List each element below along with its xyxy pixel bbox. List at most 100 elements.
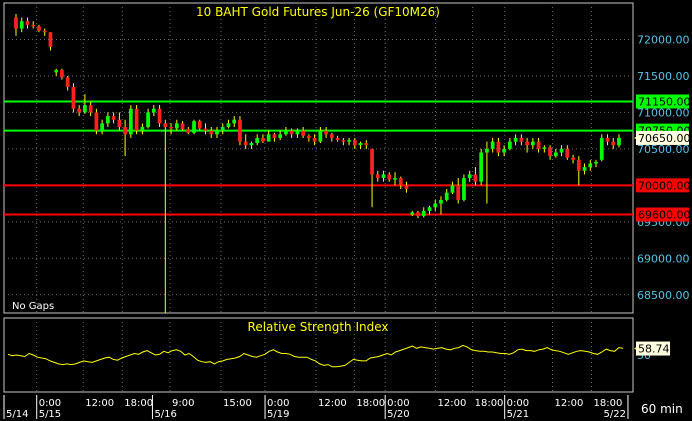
price-tick-label: 68500.00 [637, 289, 690, 302]
price-tick-label: 69000.00 [637, 252, 690, 265]
candle-up [439, 199, 443, 204]
candle-down [157, 108, 162, 124]
candle-up [559, 148, 564, 153]
candle-up [220, 127, 225, 131]
time-label: 12:00 [437, 398, 466, 409]
candle-down [329, 134, 334, 138]
candle-down [111, 116, 116, 120]
candle-up [232, 119, 237, 124]
candle-down [272, 134, 277, 138]
date-label: 5/15 [39, 409, 61, 420]
candle-down [387, 174, 392, 180]
candle-down [31, 24, 36, 27]
candle-up [485, 148, 489, 153]
candle-down [312, 137, 317, 142]
candle-down [37, 26, 41, 31]
candle-down [324, 130, 328, 135]
candle-down [335, 137, 340, 141]
time-label: 12:00 [318, 398, 347, 409]
candle-down [186, 129, 191, 133]
candle-up [19, 21, 24, 29]
candle-up [347, 140, 351, 142]
candle-down [60, 70, 64, 78]
candle-down [209, 130, 214, 135]
candle-down [571, 157, 575, 160]
time-label: 18:00 [475, 398, 504, 409]
candle-down [307, 135, 311, 138]
price-tick-label: 71500.00 [637, 70, 690, 83]
candle-down [473, 174, 478, 182]
date-label: 5/19 [267, 409, 289, 420]
candle-down [370, 148, 374, 175]
time-label: 9:00 [172, 398, 194, 409]
time-label: 12:00 [554, 398, 583, 409]
time-label: 0:00 [387, 398, 409, 409]
candle-down [180, 123, 185, 130]
candle-down [289, 130, 294, 135]
candle-up [450, 185, 455, 193]
candle-up [83, 105, 87, 113]
candle-down [576, 159, 581, 171]
candle-down [375, 174, 380, 179]
candle-up [513, 137, 518, 142]
candle-up [215, 130, 219, 135]
price-tick-label: 72000.00 [637, 33, 690, 46]
interval-label: 60 min [641, 402, 683, 416]
candle-down [88, 105, 93, 113]
date-label: 5/16 [154, 409, 176, 420]
candle-up [226, 123, 231, 127]
candle-down [341, 140, 346, 142]
last-price-label: 70650.00 [638, 132, 691, 145]
time-label: 0:00 [507, 398, 529, 409]
candle-up [255, 137, 260, 144]
candle-down [611, 141, 616, 146]
candle-down [398, 178, 403, 186]
candle-down [123, 127, 127, 135]
candle-up [479, 152, 484, 182]
candle-up [151, 108, 156, 113]
time-label: 18:00 [593, 398, 622, 409]
level-label: 69600.00 [638, 209, 691, 222]
candle-up [582, 167, 587, 171]
time-label: 12:00 [85, 398, 114, 409]
candle-down [416, 212, 420, 216]
candle-down [456, 185, 461, 200]
rsi-last-label: 58.74 [638, 343, 670, 356]
candle-up [100, 123, 105, 131]
candle-up [530, 141, 535, 146]
candle-up [490, 141, 495, 149]
candle-down [548, 147, 552, 157]
candle-down [25, 21, 30, 25]
candle-down [605, 137, 610, 142]
candle-up [192, 121, 196, 133]
candle-up [467, 174, 472, 179]
candle-down [565, 148, 570, 158]
no-gaps-label: No Gaps [12, 301, 54, 312]
candle-down [496, 141, 501, 153]
candle-down [243, 141, 248, 146]
date-label: 5/22 [603, 409, 625, 420]
candle-down [404, 185, 409, 189]
candle-up [318, 130, 323, 142]
candle-down [77, 108, 82, 113]
candle-down [203, 128, 208, 131]
candle-up [54, 70, 59, 73]
time-label: 15:00 [223, 398, 252, 409]
date-label: 5/21 [507, 409, 529, 420]
candle-up [508, 141, 512, 149]
candle-down [519, 137, 524, 142]
candle-down [94, 112, 99, 131]
candle-up [381, 174, 386, 179]
candle-down [536, 141, 541, 149]
candle-up [617, 137, 621, 146]
candle-up [444, 192, 449, 200]
chart-canvas: 72000.0071500.0071000.0070500.0070000.00… [0, 0, 692, 421]
candle-up [266, 134, 271, 142]
candle-down [117, 119, 122, 127]
candle-up [427, 207, 432, 211]
candle-up [284, 130, 288, 135]
date-label: 5/14 [6, 409, 28, 420]
candle-up [599, 137, 604, 160]
candle-up [146, 112, 150, 127]
candle-down [238, 119, 242, 142]
